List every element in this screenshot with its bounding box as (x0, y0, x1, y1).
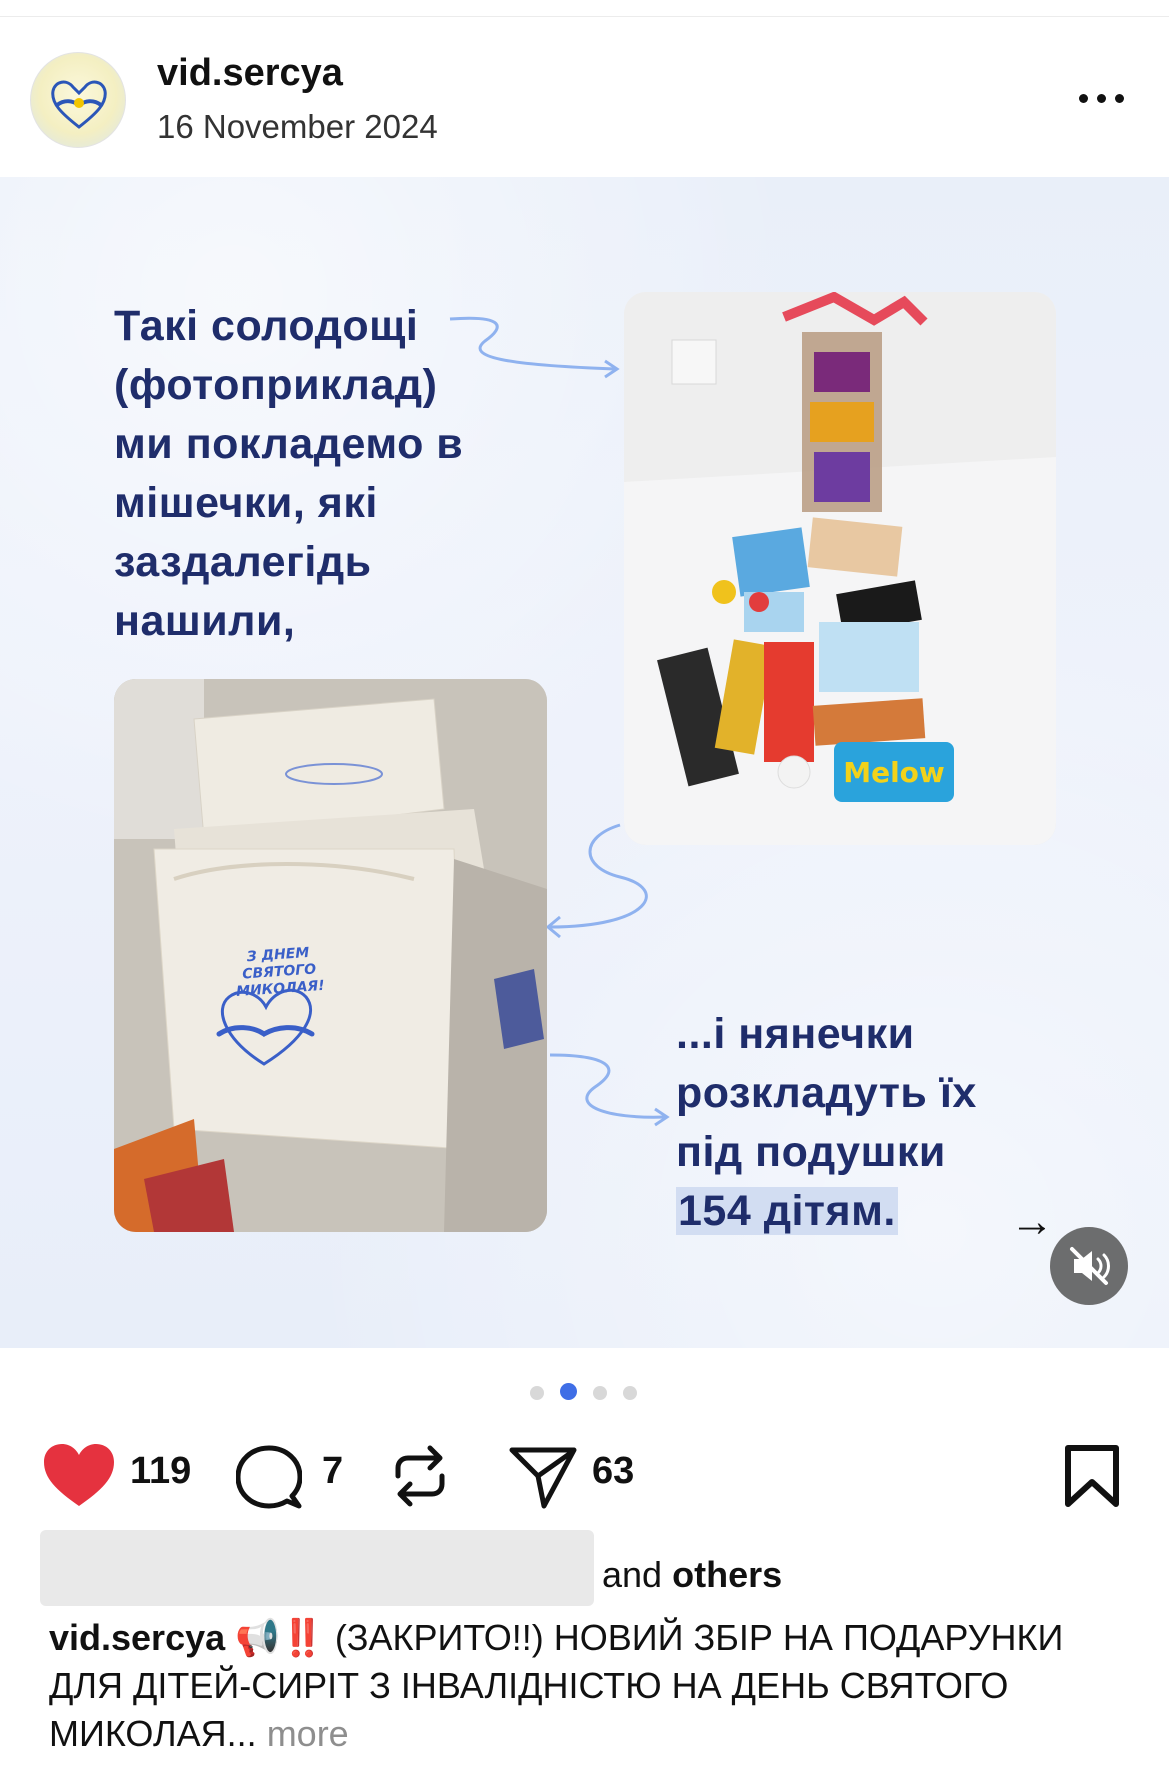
comments-count: 7 (322, 1450, 344, 1492)
mute-icon[interactable] (1050, 1227, 1128, 1305)
avatar[interactable] (30, 52, 126, 148)
carousel-pagination (530, 1383, 653, 1404)
curly-arrow-icon (449, 316, 620, 379)
action-bar: 119 7 63 (0, 1440, 1169, 1520)
candy-label: Melow (843, 756, 945, 789)
liked-by-line: and others (40, 1530, 1140, 1606)
top-divider (0, 16, 1169, 17)
slide-next-arrow-icon: → (1010, 1197, 1054, 1246)
more-icon[interactable] (1075, 80, 1131, 116)
likes-count: 119 (130, 1450, 192, 1492)
shares-count: 63 (592, 1450, 635, 1492)
like-button[interactable]: 119 (42, 1440, 202, 1510)
liked-by-redacted (40, 1530, 594, 1606)
carousel-dot (593, 1386, 607, 1400)
heart-hands-logo-icon (51, 80, 107, 129)
bookmark-icon (1065, 1445, 1119, 1507)
caption-username[interactable]: vid.sercya (49, 1617, 225, 1658)
and-others-text[interactable]: and others (602, 1554, 782, 1596)
post-header: vid.sercya 16 November 2024 (0, 40, 1169, 160)
carousel-dot (623, 1386, 637, 1400)
post-date: 16 November 2024 (157, 108, 438, 145)
slide-text-bottom-line-3: під подушки (676, 1128, 946, 1176)
post-username[interactable]: vid.sercya (157, 52, 343, 95)
bags-photo: З ДНЕМ СВЯТОГО МИКОЛАЯ! (114, 679, 547, 1232)
others-link[interactable]: others (672, 1554, 782, 1595)
post-caption: vid.sercya 📢‼️ (ЗАКРИТО!!) НОВИЙ ЗБІР НА… (49, 1614, 1139, 1758)
repost-button[interactable] (390, 1440, 456, 1510)
slide-text-bottom-line-1: ...і нянечки (676, 1010, 915, 1058)
slide-text-bottom-line-2: розкладуть їх (676, 1069, 977, 1117)
and-word: and (602, 1554, 663, 1595)
share-button[interactable]: 63 (508, 1440, 658, 1510)
carousel-dot (530, 1386, 544, 1400)
bookmark-button[interactable] (1064, 1440, 1122, 1510)
post-media-carousel[interactable]: Такі солодощі (фотоприклад) ми покладемо… (0, 177, 1169, 1348)
comment-icon (236, 1445, 302, 1509)
comment-button[interactable]: 7 (236, 1440, 346, 1510)
heart-icon (44, 1444, 114, 1506)
caption-emoji: 📢‼️ (235, 1617, 325, 1658)
slide-text-highlight: 154 дітям. (676, 1187, 898, 1235)
carousel-dot-active (560, 1383, 577, 1400)
repost-icon (395, 1445, 445, 1507)
share-icon (509, 1447, 577, 1509)
bags-illustration: З ДНЕМ СВЯТОГО МИКОЛАЯ! (114, 679, 547, 1232)
curly-arrow-icon (549, 1053, 670, 1127)
caption-more-link[interactable]: more (267, 1713, 349, 1754)
sweets-photo: Melow (624, 292, 1056, 845)
sweets-illustration: Melow (624, 292, 1056, 845)
